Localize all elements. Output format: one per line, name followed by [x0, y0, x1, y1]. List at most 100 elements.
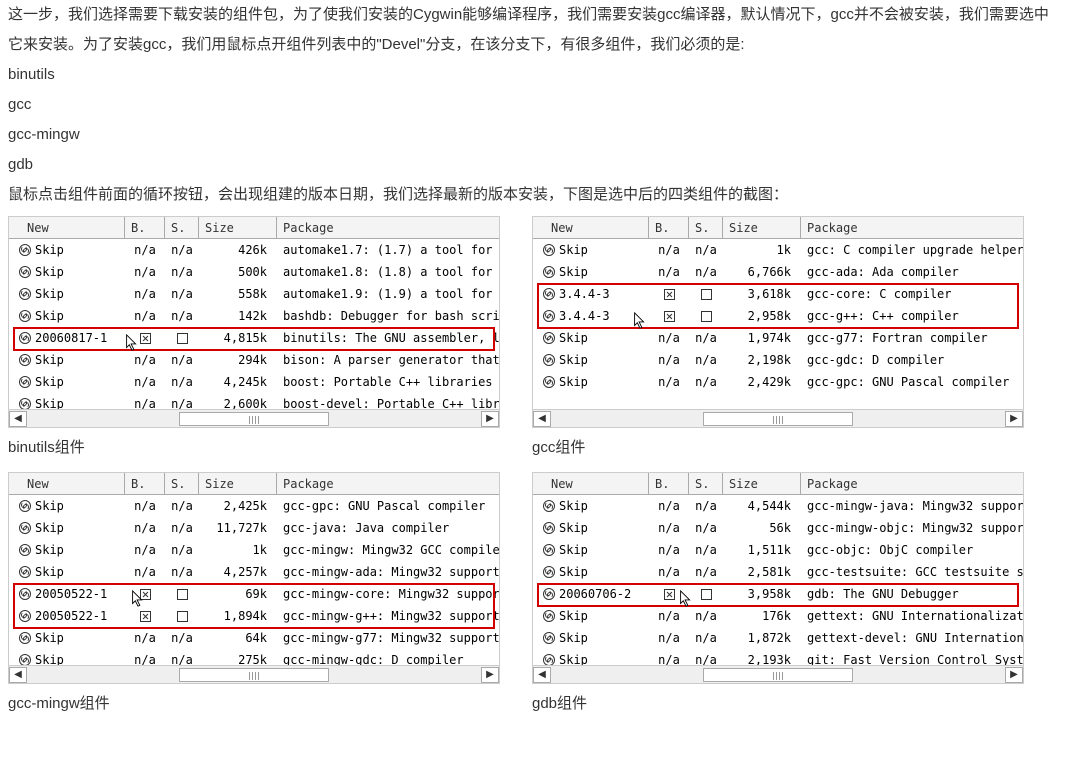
- version-cycle-button[interactable]: 3.4.4-3: [533, 305, 649, 327]
- binary-checkbox-cell[interactable]: [125, 583, 165, 605]
- required-item: binutils: [8, 60, 1063, 90]
- col-header-source[interactable]: S.: [165, 217, 199, 238]
- binary-checkbox-cell: n/a: [649, 539, 689, 561]
- col-header-size[interactable]: Size: [723, 473, 801, 494]
- scroll-left-button[interactable]: ◀: [533, 667, 551, 683]
- col-header-binary[interactable]: B.: [649, 473, 689, 494]
- version-cycle-button[interactable]: Skip: [533, 517, 649, 539]
- scroll-thumb[interactable]: [179, 412, 329, 426]
- na-text: n/a: [134, 348, 156, 372]
- scroll-thumb[interactable]: [703, 412, 853, 426]
- source-checkbox-cell: n/a: [689, 349, 723, 371]
- version-cycle-button[interactable]: Skip: [533, 371, 649, 393]
- version-cycle-button[interactable]: Skip: [9, 283, 125, 305]
- version-cycle-button[interactable]: Skip: [533, 349, 649, 371]
- version-cycle-button[interactable]: Skip: [9, 517, 125, 539]
- col-header-size[interactable]: Size: [723, 217, 801, 238]
- horizontal-scrollbar[interactable]: ◀▶: [9, 409, 499, 427]
- scroll-right-button[interactable]: ▶: [1005, 411, 1023, 427]
- version-cycle-button[interactable]: Skip: [533, 605, 649, 627]
- col-header-package[interactable]: Package: [801, 217, 1023, 238]
- package-cell: gdb: The GNU Debugger: [801, 583, 1023, 605]
- source-checkbox-cell[interactable]: [689, 583, 723, 605]
- col-header-package[interactable]: Package: [277, 217, 499, 238]
- version-cycle-button[interactable]: Skip: [9, 371, 125, 393]
- version-cycle-button[interactable]: Skip: [533, 327, 649, 349]
- source-checkbox-cell[interactable]: [165, 605, 199, 627]
- version-cycle-button[interactable]: Skip: [533, 239, 649, 261]
- checkbox-checked-icon: [664, 311, 675, 322]
- col-header-binary[interactable]: B.: [649, 217, 689, 238]
- col-header-package[interactable]: Package: [277, 473, 499, 494]
- col-header-size[interactable]: Size: [199, 217, 277, 238]
- na-text: n/a: [171, 370, 193, 394]
- version-cycle-button[interactable]: Skip: [533, 495, 649, 517]
- version-cycle-button[interactable]: 20050522-1: [9, 583, 125, 605]
- col-header-size[interactable]: Size: [199, 473, 277, 494]
- horizontal-scrollbar[interactable]: ◀▶: [533, 409, 1023, 427]
- scroll-thumb[interactable]: [179, 668, 329, 682]
- na-text: n/a: [171, 516, 193, 540]
- table-row: Skipn/an/a176kgettext: GNU International…: [533, 605, 1023, 627]
- source-checkbox-cell: n/a: [689, 261, 723, 283]
- version-cycle-button[interactable]: Skip: [9, 239, 125, 261]
- version-cycle-button[interactable]: Skip: [9, 561, 125, 583]
- version-cycle-button[interactable]: Skip: [9, 495, 125, 517]
- source-checkbox-cell[interactable]: [689, 305, 723, 327]
- scroll-left-button[interactable]: ◀: [9, 411, 27, 427]
- horizontal-scrollbar[interactable]: ◀▶: [9, 665, 499, 683]
- cycle-icon: [19, 566, 31, 578]
- version-label: Skip: [35, 238, 64, 262]
- binary-checkbox-cell: n/a: [649, 627, 689, 649]
- col-header-new[interactable]: New: [9, 217, 125, 238]
- col-header-new[interactable]: New: [533, 217, 649, 238]
- col-header-package[interactable]: Package: [801, 473, 1023, 494]
- binary-checkbox-cell[interactable]: [649, 283, 689, 305]
- binary-checkbox-cell[interactable]: [649, 305, 689, 327]
- scroll-right-button[interactable]: ▶: [481, 667, 499, 683]
- version-cycle-button[interactable]: Skip: [533, 261, 649, 283]
- source-checkbox-cell[interactable]: [165, 583, 199, 605]
- col-header-new[interactable]: New: [533, 473, 649, 494]
- binary-checkbox-cell[interactable]: [649, 583, 689, 605]
- package-cell: gcc-objc: ObjC compiler: [801, 539, 1023, 561]
- package-cell: binutils: The GNU assembler, li: [277, 327, 499, 349]
- col-header-source[interactable]: S.: [689, 473, 723, 494]
- scroll-thumb[interactable]: [703, 668, 853, 682]
- binary-checkbox-cell[interactable]: [125, 327, 165, 349]
- col-header-binary[interactable]: B.: [125, 217, 165, 238]
- scroll-right-button[interactable]: ▶: [1005, 667, 1023, 683]
- package-rows: Skipn/an/a1kgcc: C compiler upgrade help…: [533, 239, 1023, 393]
- version-cycle-button[interactable]: Skip: [9, 261, 125, 283]
- version-cycle-button[interactable]: 20060817-1: [9, 327, 125, 349]
- version-cycle-button[interactable]: Skip: [533, 539, 649, 561]
- version-cycle-button[interactable]: Skip: [9, 539, 125, 561]
- na-text: n/a: [134, 626, 156, 650]
- size-cell: 1,872k: [723, 627, 801, 649]
- scroll-left-button[interactable]: ◀: [9, 667, 27, 683]
- na-text: n/a: [134, 516, 156, 540]
- source-checkbox-cell: n/a: [165, 495, 199, 517]
- horizontal-scrollbar[interactable]: ◀▶: [533, 665, 1023, 683]
- na-text: n/a: [658, 348, 680, 372]
- version-cycle-button[interactable]: Skip: [9, 349, 125, 371]
- col-header-source[interactable]: S.: [165, 473, 199, 494]
- col-header-new[interactable]: New: [9, 473, 125, 494]
- checkbox-checked-icon: [140, 333, 151, 344]
- version-cycle-button[interactable]: 20050522-1: [9, 605, 125, 627]
- col-header-binary[interactable]: B.: [125, 473, 165, 494]
- binary-checkbox-cell[interactable]: [125, 605, 165, 627]
- col-header-source[interactable]: S.: [689, 217, 723, 238]
- scroll-right-button[interactable]: ▶: [481, 411, 499, 427]
- version-cycle-button[interactable]: 3.4.4-3: [533, 283, 649, 305]
- version-cycle-button[interactable]: Skip: [533, 561, 649, 583]
- version-cycle-button[interactable]: Skip: [9, 627, 125, 649]
- version-cycle-button[interactable]: Skip: [533, 627, 649, 649]
- cycle-icon: [543, 588, 555, 600]
- scroll-left-button[interactable]: ◀: [533, 411, 551, 427]
- source-checkbox-cell[interactable]: [689, 283, 723, 305]
- version-cycle-button[interactable]: 20060706-2: [533, 583, 649, 605]
- size-cell: 2,429k: [723, 371, 801, 393]
- version-cycle-button[interactable]: Skip: [9, 305, 125, 327]
- source-checkbox-cell[interactable]: [165, 327, 199, 349]
